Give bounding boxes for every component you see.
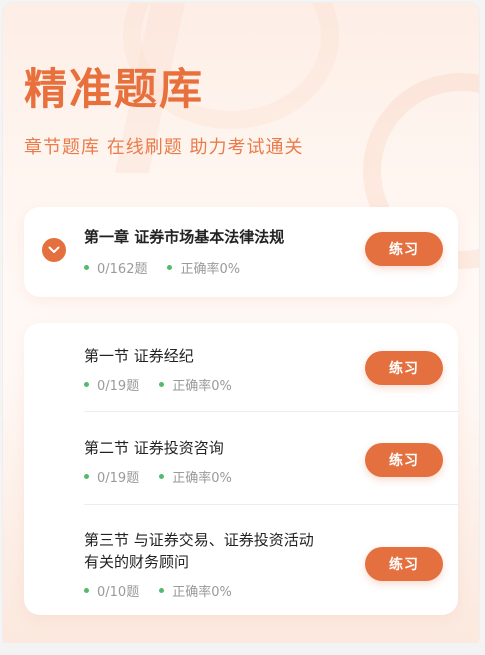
section-practice-button[interactable]: 练习 — [365, 547, 443, 581]
chapter-practice-button[interactable]: 练习 — [365, 232, 443, 266]
app-frame: 精准题库 章节题库 在线刷题 助力考试通关 第一章 证券市场基本法律法规 0/1… — [3, 3, 479, 648]
page-subtitle: 章节题库 在线刷题 助力考试通关 — [24, 137, 304, 158]
status-dot-icon — [159, 474, 165, 479]
section-list: 第一节 证券经纪 0/19题 正确率0% 练习 第二节 证券投资咨询 0/19题… — [24, 323, 458, 615]
chapter-progress: 0/162题 — [97, 262, 148, 277]
section-progress: 0/19题 — [97, 471, 140, 486]
section-title-line2: 有关的财务顾问 — [84, 553, 190, 571]
status-dot-icon — [84, 588, 89, 593]
section-progress: 0/19题 — [97, 379, 140, 394]
section-meta: 0/19题 正确率0% — [84, 375, 232, 394]
section-title: 第一节 证券经纪 — [84, 347, 194, 365]
chapter-title: 第一章 证券市场基本法律法规 — [84, 228, 285, 246]
bottom-edge — [0, 643, 485, 655]
section-progress: 0/10题 — [97, 585, 140, 600]
divider — [84, 504, 458, 505]
status-dot-icon — [159, 382, 165, 387]
section-title: 第二节 证券投资咨询 — [84, 439, 224, 457]
chevron-down-icon[interactable] — [42, 238, 66, 262]
status-dot-icon — [84, 265, 89, 270]
section-practice-button[interactable]: 练习 — [365, 443, 443, 477]
divider — [84, 411, 458, 412]
status-dot-icon — [159, 588, 165, 593]
status-dot-icon — [84, 474, 89, 479]
section-meta: 0/10题 正确率0% — [84, 581, 232, 600]
status-dot-icon — [167, 265, 173, 270]
section-accuracy: 正确率0% — [172, 585, 232, 600]
section-meta: 0/19题 正确率0% — [84, 467, 232, 486]
chapter-meta: 0/162题 正确率0% — [84, 258, 240, 277]
chapter-accuracy: 正确率0% — [180, 262, 241, 277]
section-title: 第三节 与证券交易、证券投资活动 — [84, 531, 314, 549]
chapter-card[interactable]: 第一章 证券市场基本法律法规 0/162题 正确率0% 练习 — [24, 207, 458, 297]
page-title: 精准题库 — [24, 65, 204, 115]
status-dot-icon — [84, 382, 89, 387]
section-accuracy: 正确率0% — [172, 379, 232, 394]
section-practice-button[interactable]: 练习 — [365, 351, 443, 385]
section-accuracy: 正确率0% — [172, 471, 232, 486]
